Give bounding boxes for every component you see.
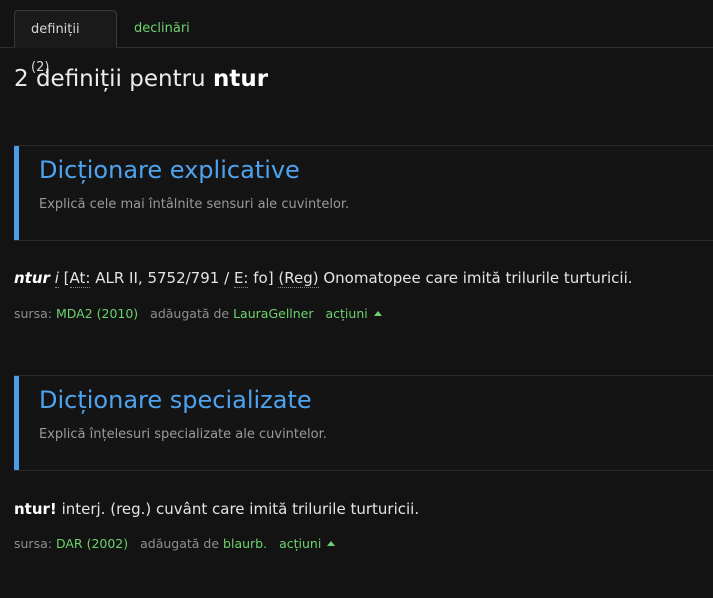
tab-bar: definiții (2) declinări (0, 0, 713, 75)
caret-up-icon (373, 311, 382, 316)
section-accent-bar (14, 146, 19, 240)
source-link[interactable]: DAR (2002) (56, 536, 128, 551)
source-label: sursa: (14, 536, 52, 551)
definition-lemma: ntur (14, 269, 50, 287)
actions-label: acțiuni (279, 536, 322, 551)
added-by-label: adăugată de (140, 536, 220, 551)
definition-1-meta: sursa: MDA2 (2010) adăugată de LauraGell… (14, 306, 382, 321)
definition-e-label[interactable]: E: (233, 269, 249, 288)
definition-text: interj. (reg.) cuvânt care imită triluri… (61, 500, 420, 518)
caret-up-icon (327, 541, 336, 546)
definition-at-label[interactable]: At: (69, 269, 91, 288)
section-heading: Dicționare explicative (39, 156, 300, 184)
actions-label: acțiuni (325, 306, 368, 321)
author-link[interactable]: blaurb. (223, 536, 267, 551)
added-by-label: adăugată de (150, 306, 230, 321)
definition-src-open: [ (63, 269, 70, 287)
page-title-word: ntur (212, 66, 269, 92)
author-link[interactable]: LauraGellner (233, 306, 313, 321)
tab-definitions[interactable]: definiții (2) (14, 10, 117, 75)
definition-gram[interactable]: i (54, 269, 59, 288)
actions-toggle[interactable]: acțiuni (279, 536, 336, 551)
page-title-prefix: 2 definiții pentru (14, 66, 206, 92)
section-specializate: Dicționare specializate Explică înțelesu… (14, 375, 713, 471)
actions-toggle[interactable]: acțiuni (326, 306, 382, 321)
section-subtitle: Explică cele mai întâlnite sensuri ale c… (39, 197, 350, 212)
definition-2: ntur! interj. (reg.) cuvânt care imită t… (14, 500, 704, 518)
section-accent-bar (14, 376, 19, 470)
definition-reg[interactable]: (Reg) (278, 269, 319, 288)
definition-src-close: ] (267, 269, 274, 287)
definition-text: Onomatopee care imită trilurile turturic… (323, 269, 633, 287)
definition-e-value: fo (253, 269, 268, 287)
source-label: sursa: (14, 306, 52, 321)
section-explicative: Dicționare explicative Explică cele mai … (14, 145, 713, 241)
definition-at-value: ALR II, 5752/791 (95, 269, 220, 287)
tab-declensions[interactable]: declinări (118, 10, 206, 48)
source-link[interactable]: MDA2 (2010) (56, 306, 138, 321)
page-title: 2 definiții pentru ntur (14, 66, 268, 92)
section-subtitle: Explică înțelesuri specializate ale cuvi… (39, 427, 327, 442)
definition-lemma: ntur! (14, 500, 57, 518)
definition-2-meta: sursa: DAR (2002) adăugată de blaurb. ac… (14, 536, 336, 551)
definition-1: ntur i [At: ALR II, 5752/791 / E: fo] (R… (14, 269, 704, 288)
section-heading: Dicționare specializate (39, 386, 312, 414)
definition-sep: / (224, 269, 230, 287)
